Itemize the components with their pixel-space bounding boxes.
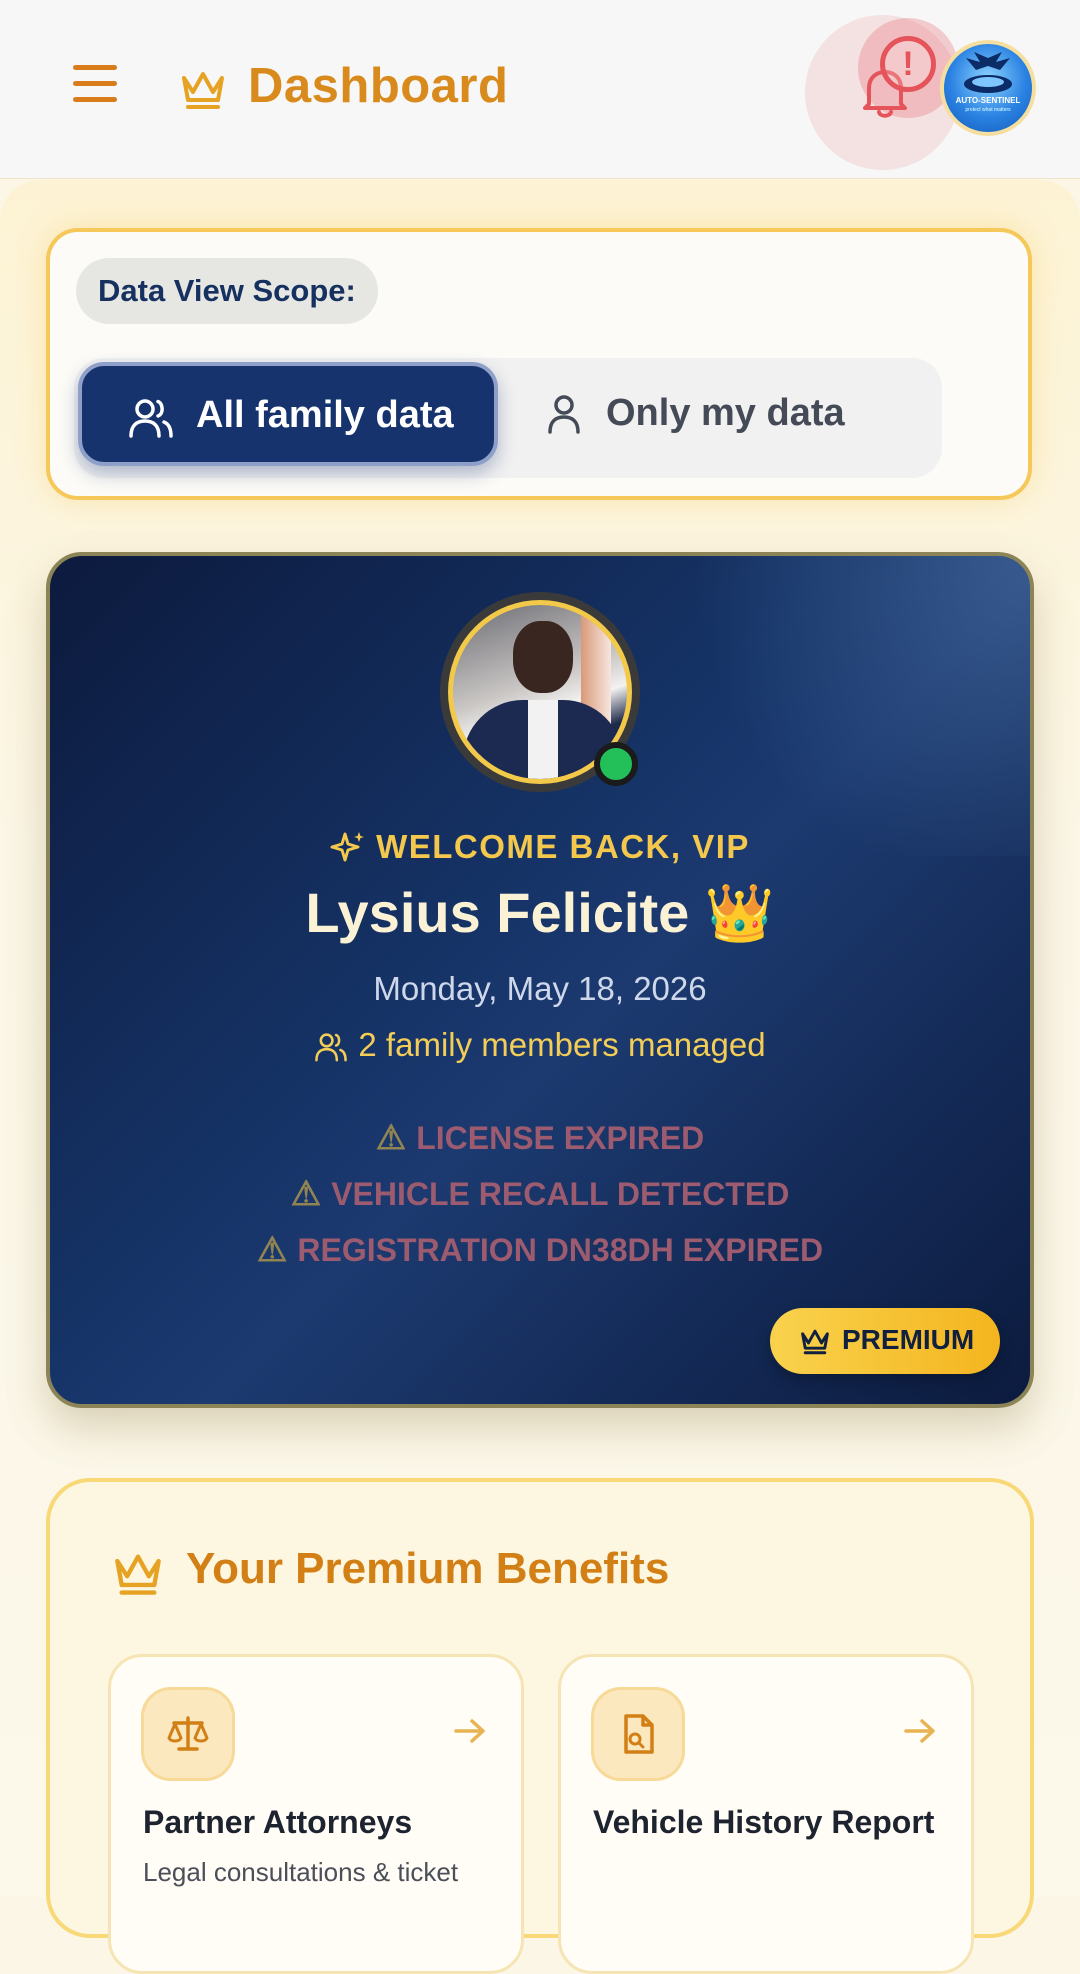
- warning-icon: ⚠: [256, 1231, 288, 1269]
- current-date: Monday, May 18, 2026: [373, 970, 707, 1007]
- benefit-name: Partner Attorneys: [143, 1804, 413, 1840]
- benefit-vehicle-history-report[interactable]: Vehicle History Report: [558, 1654, 974, 1974]
- profile-avatar-logo[interactable]: AUTO-SENTINEL protect what matters: [940, 40, 1036, 136]
- user-name: Lysius Felicite 👑: [305, 881, 775, 944]
- logo-subtext: protect what matters: [965, 107, 1011, 113]
- benefit-description: Legal consultations & ticket: [143, 1857, 459, 1887]
- warning-icon: ⚠: [290, 1175, 322, 1213]
- welcome-line: WELCOME BACK, VIP: [50, 828, 1030, 866]
- family-members-line: 2 family members managed: [50, 1026, 1030, 1064]
- user-icon: [548, 395, 580, 434]
- alert-registration[interactable]: ⚠ REGISTRATION DN38DH EXPIRED: [50, 1230, 1030, 1270]
- top-app-bar: Dashboard ! AUTO-SENTINEL protect what m…: [0, 0, 1080, 179]
- alert-circle-icon: !: [880, 36, 936, 92]
- eagle-logo-icon: [964, 52, 1012, 93]
- alert-license[interactable]: ⚠ LICENSE EXPIRED: [50, 1118, 1030, 1158]
- family-members-text: 2 family members managed: [358, 1026, 766, 1063]
- alert-recall[interactable]: ⚠ VEHICLE RECALL DETECTED: [50, 1174, 1030, 1214]
- arrow-right-icon: [904, 1719, 935, 1743]
- benefit-partner-attorneys[interactable]: Partner Attorneys Legal consultations & …: [108, 1654, 524, 1974]
- welcome-text: WELCOME BACK, VIP: [376, 828, 750, 865]
- crown-icon: [801, 1329, 829, 1355]
- all-family-data-button[interactable]: All family data: [78, 362, 498, 466]
- crown-icon: [115, 1554, 161, 1595]
- all-family-data-label: All family data: [196, 394, 454, 436]
- document-search-icon: [624, 1714, 654, 1754]
- benefits-title: Your Premium Benefits: [186, 1544, 670, 1593]
- data-scope-card: Data View Scope: All family data Only my…: [46, 228, 1032, 500]
- crown-icon: [182, 72, 224, 109]
- sparkles-icon: [330, 832, 365, 862]
- users-icon: [315, 1033, 348, 1062]
- warning-icon: ⚠: [375, 1119, 407, 1157]
- vip-welcome-card: WELCOME BACK, VIP Lysius Felicite 👑 Mond…: [46, 552, 1034, 1408]
- scale-icon: [167, 1716, 209, 1751]
- users-icon: [129, 399, 173, 438]
- premium-badge: PREMIUM: [770, 1308, 1000, 1374]
- scope-label: Data View Scope:: [76, 258, 378, 324]
- premium-benefits-card: Your Premium Benefits Partner Attorneys …: [46, 1478, 1034, 1974]
- hamburger-menu-icon[interactable]: [70, 65, 120, 113]
- only-my-data-label: Only my data: [606, 392, 845, 434]
- scope-toggle: All family data Only my data: [74, 358, 942, 478]
- page-title: Dashboard: [248, 59, 509, 113]
- arrow-right-icon: [454, 1719, 485, 1743]
- online-status-dot: [594, 742, 638, 786]
- logo-text: AUTO-SENTINEL: [955, 96, 1021, 105]
- benefit-name: Vehicle History Report: [593, 1804, 935, 1840]
- premium-label: PREMIUM: [842, 1324, 975, 1355]
- only-my-data-button[interactable]: Only my data: [504, 362, 924, 466]
